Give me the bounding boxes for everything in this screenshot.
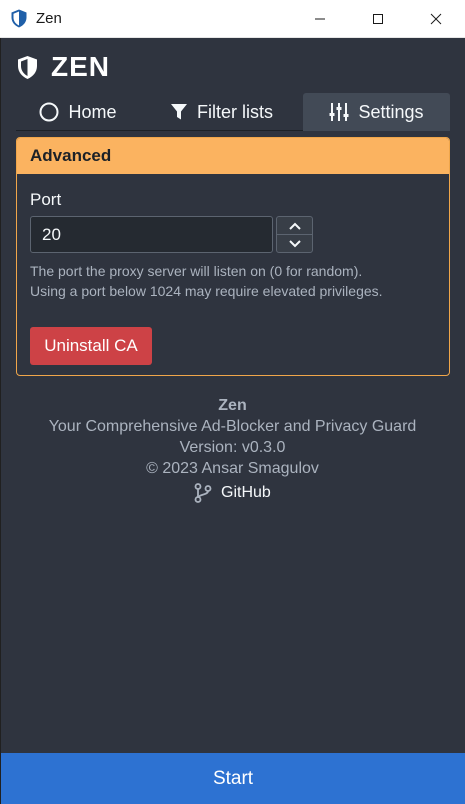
shield-icon (11, 9, 27, 29)
window-titlebar: Zen (0, 0, 465, 38)
chevron-down-icon (288, 239, 301, 247)
tab-settings-label: Settings (358, 101, 424, 122)
start-button[interactable]: Start (1, 753, 465, 804)
app-header: ZEN (17, 51, 110, 83)
decrement-button[interactable] (277, 235, 312, 252)
minimize-button[interactable] (291, 0, 349, 38)
window-title: Zen (36, 10, 62, 27)
filter-icon (170, 103, 188, 121)
app-brand: ZEN (51, 51, 110, 82)
minimize-icon (315, 18, 325, 20)
tab-settings[interactable]: Settings (303, 93, 450, 131)
about-tagline: Your Comprehensive Ad-Blocker and Privac… (48, 418, 417, 435)
about-version: Version: v0.3.0 (179, 439, 286, 456)
about-app-name: Zen (218, 397, 247, 414)
port-help-line-2: Using a port below 1024 may require elev… (30, 282, 383, 299)
port-stepper (276, 216, 313, 253)
port-help-line-1: The port the proxy server will listen on… (30, 263, 363, 279)
tab-home-label: Home (68, 101, 117, 122)
tab-filter-lists[interactable]: Filter lists (140, 93, 303, 131)
advanced-card: Advanced Port 20 The port the proxy serv… (16, 137, 450, 376)
chevron-up-icon (288, 222, 301, 230)
port-help-text: The port the proxy server will listen on… (30, 262, 383, 301)
tab-filter-lists-label: Filter lists (197, 101, 273, 122)
close-icon (430, 13, 442, 25)
uninstall-ca-button[interactable]: Uninstall CA (30, 327, 152, 365)
github-link-label: GitHub (221, 484, 271, 501)
advanced-card-header: Advanced (17, 138, 449, 174)
port-input[interactable]: 20 (30, 216, 273, 253)
shield-logo-icon (17, 54, 39, 80)
about-copyright: © 2023 Ansar Smagulov (146, 460, 319, 477)
git-branch-icon (194, 483, 212, 503)
about-section: Zen Your Comprehensive Ad-Blocker and Pr… (0, 396, 465, 479)
increment-button[interactable] (277, 217, 312, 235)
port-label: Port (30, 190, 62, 209)
circle-icon (39, 102, 59, 122)
port-value: 20 (42, 224, 61, 244)
tab-bar: Home Filter lists Settings (16, 93, 450, 131)
close-button[interactable] (407, 0, 465, 38)
maximize-icon (373, 14, 383, 24)
tab-home[interactable]: Home (16, 93, 140, 131)
sliders-icon (329, 102, 349, 122)
github-link[interactable]: GitHub (194, 482, 271, 504)
maximize-button[interactable] (349, 0, 407, 38)
